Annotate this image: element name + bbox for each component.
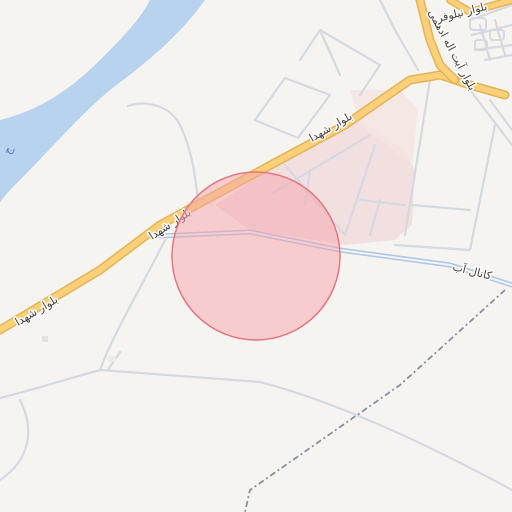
road-label-shohada-sw: بلوار شهدا — [13, 293, 60, 329]
poi-square-marker — [42, 336, 48, 342]
canal-label: کانال آب — [451, 259, 494, 282]
map-canvas[interactable]: ج کانال آب بلوار شهدا بلوار شهدا بلوار ش… — [0, 0, 512, 512]
poi-square-marker-2 — [108, 356, 116, 362]
map-view[interactable]: ج کانال آب بلوار شهدا بلوار شهدا بلوار ش… — [0, 0, 512, 512]
highlight-circle[interactable] — [171, 171, 341, 341]
river-water — [0, 0, 205, 202]
